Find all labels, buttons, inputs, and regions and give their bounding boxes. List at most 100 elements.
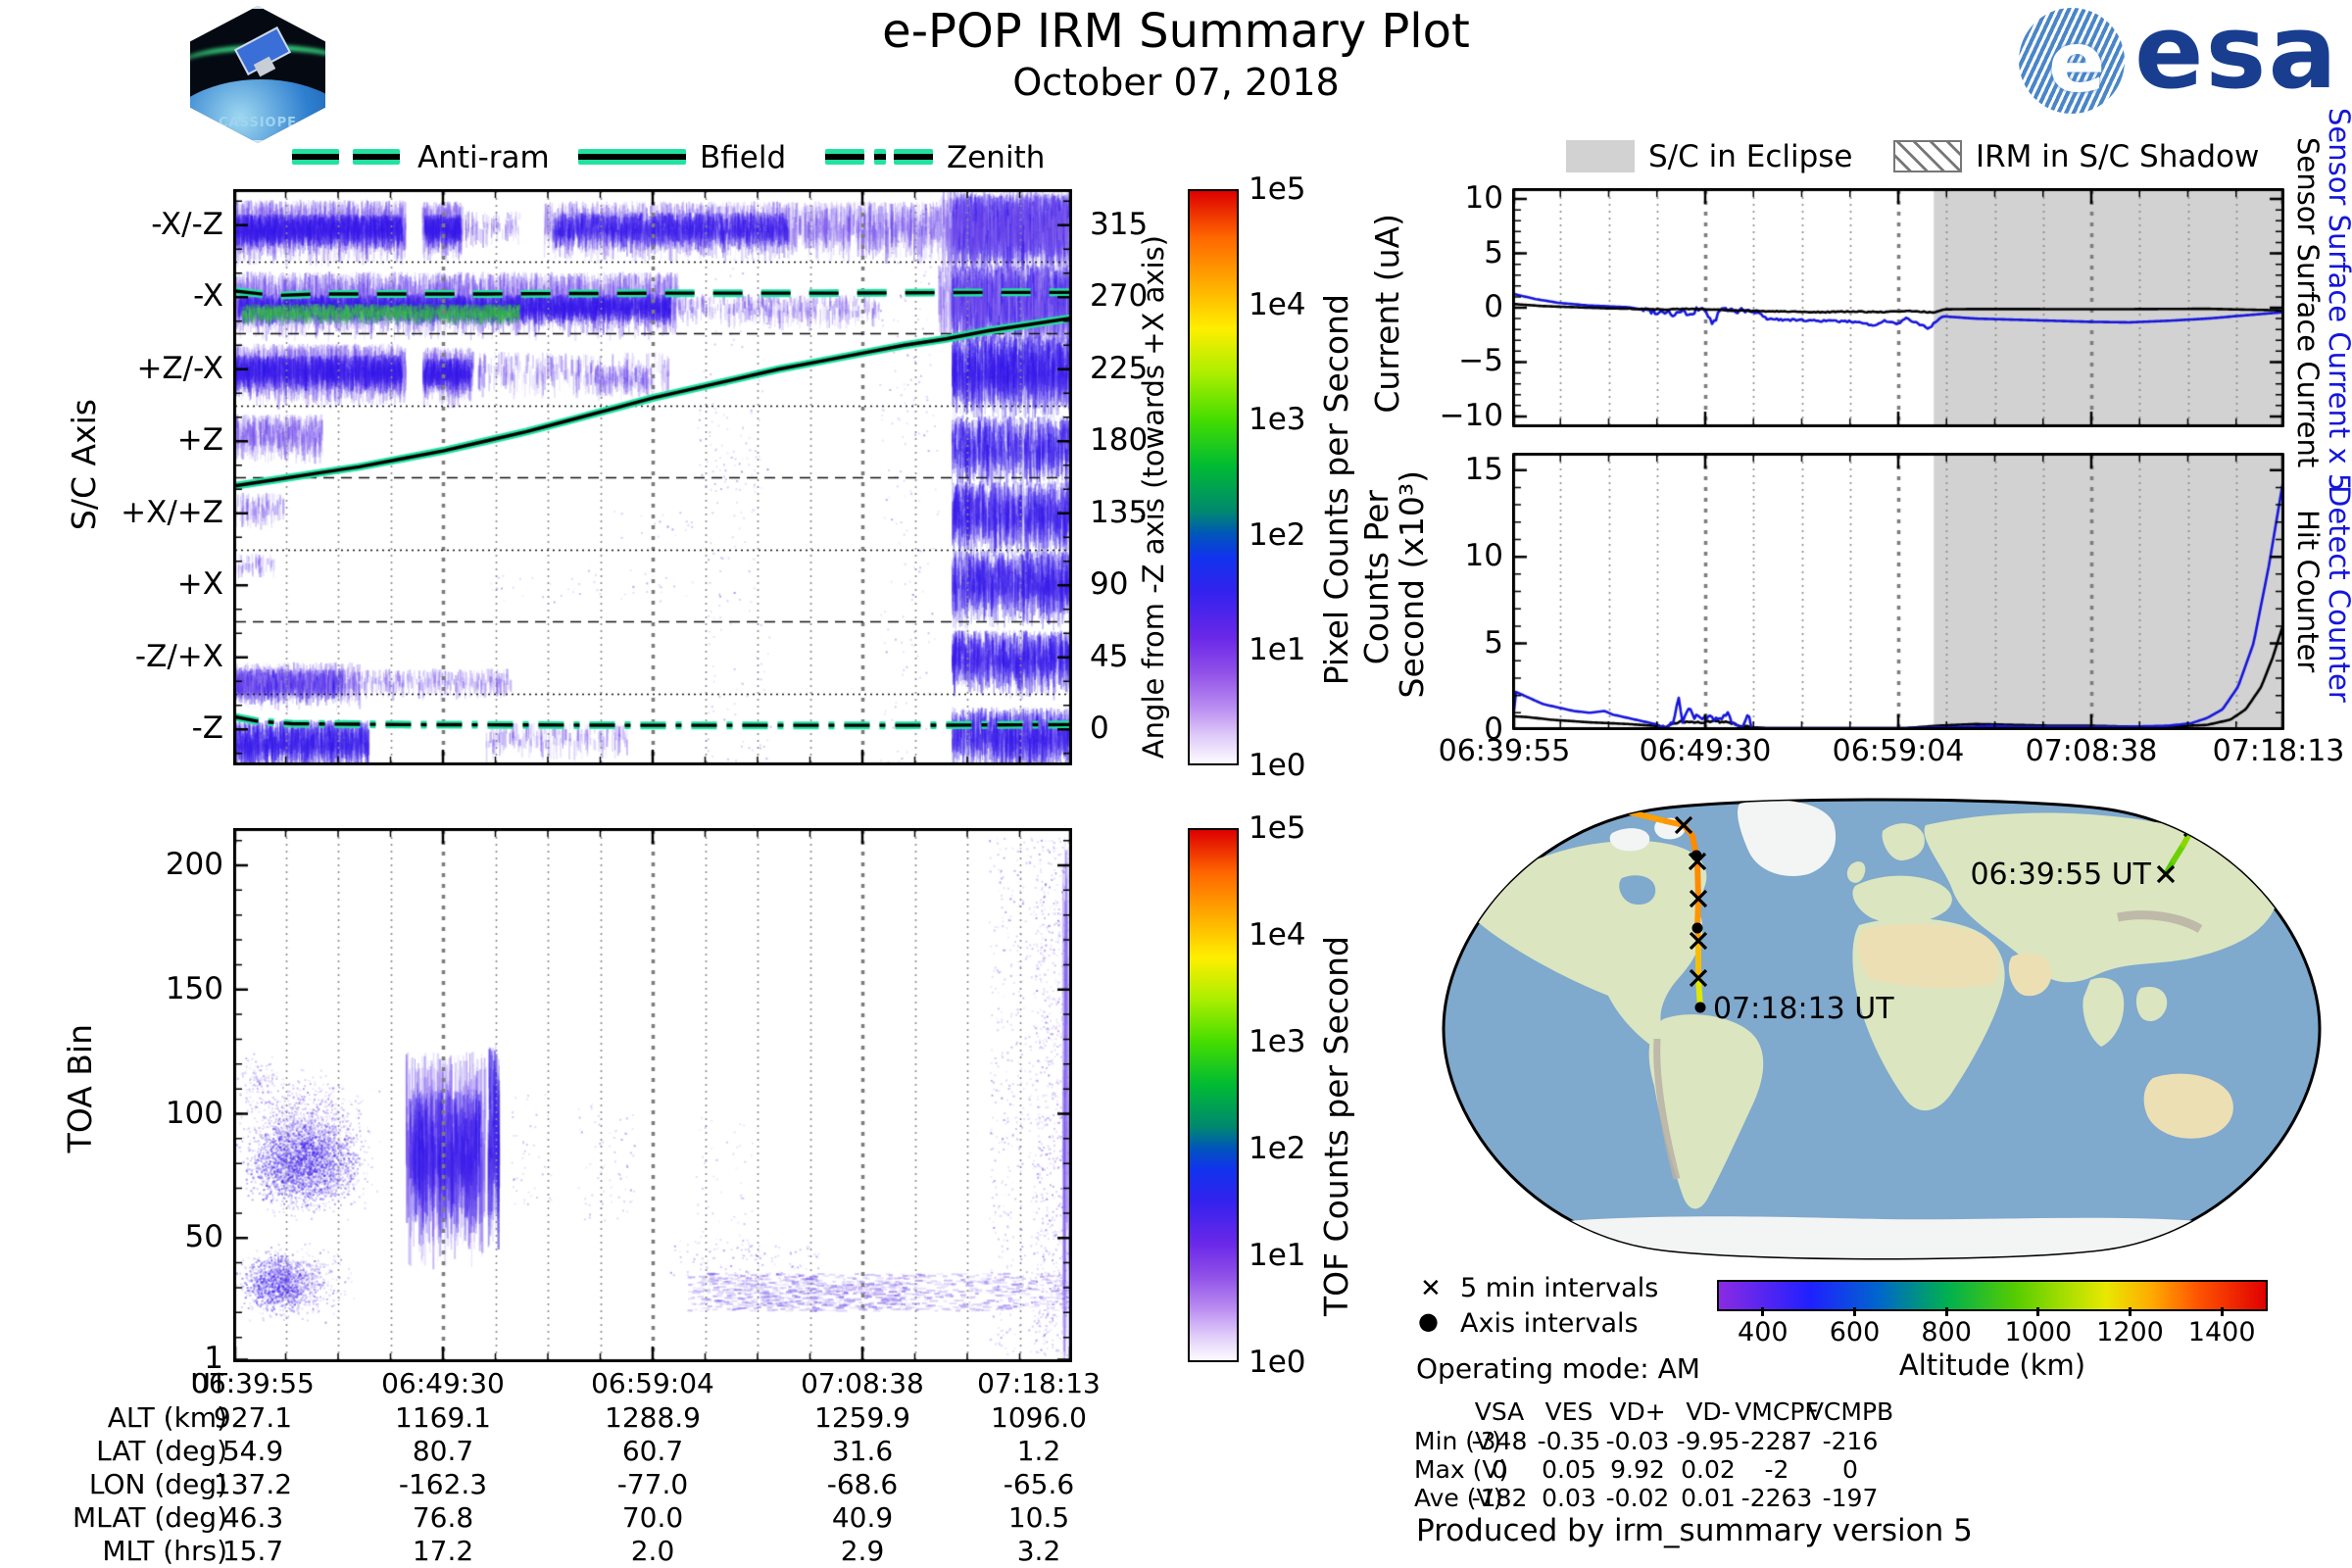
ephem-cell-r4c5: -65.6 <box>1003 1468 1075 1500</box>
ephem-cell-r4c2: -162.3 <box>398 1468 488 1500</box>
five-min-marker <box>1574 800 1593 814</box>
tof-cb-tick-1e3: 1e3 <box>1249 1024 1306 1059</box>
irm-shadow-legend-label: IRM in S/C Shadow <box>1976 139 2260 174</box>
alt-tick-mark-400 <box>1761 1307 1765 1316</box>
pixel-cb-tick-1e4: 1e4 <box>1249 286 1306 322</box>
ephem-cell-r3c4: 31.6 <box>831 1435 894 1467</box>
pixel-cb-tick-1e1: 1e1 <box>1249 632 1306 668</box>
right-time-tick-5: 07:18:13 <box>2212 734 2345 768</box>
altitude-colorbar <box>1717 1280 2268 1311</box>
counts-ylabel-line1: Counts Per <box>1357 490 1396 665</box>
sensor-surface-current-x5-label: Sensor Surface Current x 5 <box>2323 108 2352 492</box>
tof-cb-tick-1e4: 1e4 <box>1249 917 1306 953</box>
badge-label: CASSIOPE <box>218 116 298 130</box>
ground-track-segment <box>2197 800 2210 814</box>
alt-tick-mark-1000 <box>2036 1307 2040 1316</box>
toa-tick-100: 100 <box>165 1095 223 1131</box>
right-time-tick-1: 06:39:55 <box>1438 734 1571 768</box>
zenith-line-sample <box>825 149 933 165</box>
ephem-cell-r5c3: 70.0 <box>621 1501 684 1534</box>
ephem-cell-r1c4: 07:08:38 <box>801 1367 924 1399</box>
ephem-cell-r2c3: 1288.9 <box>605 1401 701 1434</box>
alt-tick-mark-1400 <box>2220 1307 2224 1316</box>
ephem-cell-r2c2: 1169.1 <box>395 1401 491 1434</box>
ground-track-map: 06:39:55 UT 07:18:13 UT <box>1416 792 2347 1266</box>
ground-track-segment <box>2189 808 2203 831</box>
ephem-cell-r1c2: 06:49:30 <box>381 1367 505 1399</box>
ephem-cell-r2c4: 1259.9 <box>814 1401 910 1434</box>
sc-axis-category-5: +X/+Z <box>121 494 223 530</box>
detect-counter-label: Detect Counter <box>2323 485 2352 703</box>
ephem-cell-r6c2: 17.2 <box>412 1535 474 1567</box>
alt-tick-1000: 1000 <box>2004 1317 2073 1348</box>
tof-cb-tick-1e0: 1e0 <box>1249 1345 1306 1380</box>
sc-axis-spectrogram-plot <box>233 189 1072 765</box>
pixel-counts-colorbar-title: Pixel Counts per Second <box>1317 294 1355 686</box>
esa-wordmark: esa <box>2134 0 2339 112</box>
altitude-colorbar-title: Altitude (km) <box>1898 1348 2086 1382</box>
ephem-cell-r3c1: 54.9 <box>221 1435 284 1467</box>
tof-counts-colorbar <box>1188 828 1239 1362</box>
x-marker-icon: ✕ <box>1420 1274 1442 1303</box>
anti-ram-line-sample <box>292 149 400 165</box>
alt-tick-mark-800 <box>1944 1307 1948 1316</box>
axis-interval-marker <box>1560 800 1572 808</box>
angle-axis-title: Angle from -Z axis (towards +X axis) <box>1137 235 1170 760</box>
five-min-intervals-label: 5 min intervals <box>1460 1273 1659 1303</box>
irm-shadow-swatch <box>1893 140 1962 172</box>
volt-cell-r2c6: 0 <box>1842 1455 1858 1484</box>
ephem-cell-r4c1: 137.2 <box>213 1468 293 1500</box>
current-ylabel: Current (uA) <box>1368 214 1406 414</box>
esa-globe-icon: e <box>2019 8 2125 114</box>
ephem-cell-r1c5: 07:18:13 <box>977 1367 1101 1399</box>
toa-tick-200: 200 <box>165 847 223 883</box>
ephem-cell-r3c3: 60.7 <box>621 1435 684 1467</box>
current-tick-10: 10 <box>1464 180 1503 217</box>
current-tick-−10: −10 <box>1439 397 1503 433</box>
right-time-tick-2: 06:49:30 <box>1639 734 1772 768</box>
counters-plot <box>1512 453 2284 730</box>
ground-track-segment <box>1581 802 1630 814</box>
pixel-cb-tick-1e2: 1e2 <box>1249 516 1306 553</box>
alt-tick-mark-1200 <box>2129 1307 2132 1316</box>
angle-tick-0: 0 <box>1090 710 1109 747</box>
ephem-cell-r3c2: 80.7 <box>412 1435 474 1467</box>
axis-interval-marker <box>1690 850 1702 861</box>
dot-marker-icon: ● <box>1418 1307 1439 1335</box>
counts-ylabel-line2: Second (x10³) <box>1393 470 1431 699</box>
ground-track-segment <box>1694 858 1701 902</box>
eclipse-swatch <box>1566 140 1635 172</box>
alt-tick-400: 400 <box>1738 1317 1788 1348</box>
ephem-cell-r5c2: 76.8 <box>412 1501 474 1534</box>
current-tick-5: 5 <box>1484 234 1503 270</box>
page-date: October 07, 2018 <box>1012 61 1340 104</box>
bfield-legend-label: Bfield <box>700 140 787 175</box>
ephem-cell-r4c4: -68.6 <box>826 1468 899 1500</box>
current-tick-−5: −5 <box>1458 343 1503 379</box>
sc-axis-category-1: -X/-Z <box>151 206 223 242</box>
zenith-legend-label: Zenith <box>947 140 1046 175</box>
produced-by-label: Produced by irm_summary version 5 <box>1416 1513 1973 1548</box>
ephem-cell-r2c5: 1096.0 <box>991 1401 1087 1434</box>
toa-tick-50: 50 <box>184 1219 223 1255</box>
sc-axis-category-3: +Z/-X <box>136 350 223 386</box>
sensor-surface-current-label: Sensor Surface Current <box>2291 137 2325 468</box>
ground-track-segment <box>1467 800 1532 812</box>
counts-tick-10: 10 <box>1464 538 1503 574</box>
bfield-line-sample <box>578 149 686 165</box>
counts-tick-15: 15 <box>1464 451 1503 487</box>
pixel-cb-tick-1e0: 1e0 <box>1249 748 1306 783</box>
ephem-cell-r5c5: 10.5 <box>1007 1501 1070 1534</box>
map-start-time-label: 06:39:55 UT <box>1970 858 2151 892</box>
ephem-cell-r6c4: 2.9 <box>840 1535 885 1567</box>
toa-bin-ylabel: TOA Bin <box>61 1024 99 1153</box>
operating-mode-label: Operating mode: AM <box>1416 1352 1700 1385</box>
ground-track-segment <box>1526 800 1569 806</box>
cassiope-mission-badge: CASSIOPE <box>190 6 325 143</box>
volt-col-VCMPB: VCMPB <box>1806 1397 1894 1426</box>
ephem-cell-r1c1: 06:39:55 <box>191 1367 315 1399</box>
ephem-cell-r6c5: 3.2 <box>1016 1535 1061 1567</box>
alt-tick-mark-600 <box>1853 1307 1856 1316</box>
toa-tick-150: 150 <box>165 970 223 1006</box>
tof-cb-tick-1e1: 1e1 <box>1249 1238 1306 1273</box>
